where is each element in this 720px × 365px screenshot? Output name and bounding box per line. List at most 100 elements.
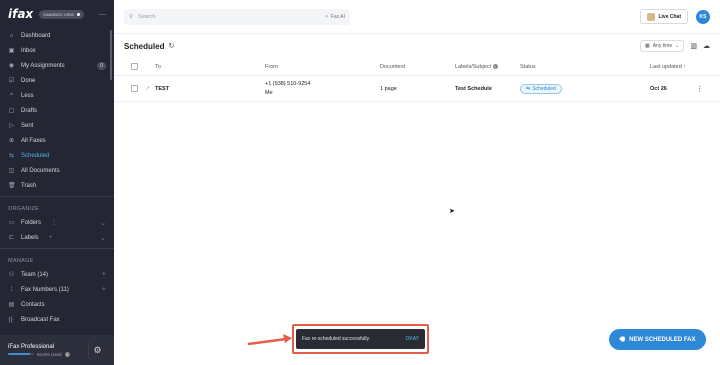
globe-icon: ⊕ — [8, 138, 15, 144]
collapse-sidebar-icon[interactable]: — — [99, 11, 106, 18]
sidebar-item-folders[interactable]: ▭ Folders ⋮ ⌄ — [0, 215, 114, 230]
sort-arrow-icon: ↑ — [683, 63, 687, 70]
more-options-icon[interactable]: ⋮ — [696, 85, 703, 93]
live-chat-button[interactable]: Live Chat — [640, 9, 688, 24]
sidebar-item-fax-numbers[interactable]: ⁞ Fax Numbers (11) + — [0, 282, 114, 297]
add-label-icon[interactable]: + — [49, 235, 53, 241]
sidebar-item-all-documents[interactable]: ◫ All Documents — [0, 163, 114, 178]
inbox-icon: ▣ — [8, 48, 15, 54]
plan-info[interactable]: iFax Professional 84.8% Used i — [8, 344, 70, 357]
org-dot-icon — [77, 12, 81, 16]
sidebar-item-label: Scheduled — [21, 152, 50, 159]
sidebar-item-scheduled[interactable]: ⇆ Scheduled — [0, 148, 114, 163]
chevron-up-icon: ^ — [10, 92, 13, 99]
organize-section-label: ORGANIZE — [8, 206, 40, 212]
sidebar-scrollbar[interactable] — [110, 30, 112, 80]
usage-bar — [8, 353, 34, 355]
plan-name: iFax Professional — [8, 343, 55, 350]
col-status[interactable]: Status — [520, 64, 536, 70]
folder-icon: ▭ — [8, 220, 15, 226]
table-row[interactable]: ↗ TEST +1 (938) 510-9254 Me 1 page Test … — [114, 76, 720, 102]
fax-ai-label: Fax AI — [330, 13, 345, 20]
sidebar-item-trash[interactable]: 🗑 Trash — [0, 178, 114, 193]
time-filter-select[interactable]: ▦ Any time ⌄ — [639, 40, 685, 52]
status-badge: ⇆ Scheduled — [520, 83, 562, 94]
row-document: 1 page — [380, 85, 397, 92]
manage-section-label: MANAGE — [8, 258, 34, 264]
dialpad-icon: ⁞ — [10, 286, 13, 293]
col-labels[interactable]: Labels/Subject i — [455, 63, 498, 70]
done-icon: ☑ — [8, 78, 15, 84]
row-updated: Oct 26 — [650, 85, 667, 92]
fax-ai-button[interactable]: ✧ Fax AI — [325, 14, 345, 20]
team-icon: ⚇ — [8, 272, 15, 278]
chevron-down-icon: ⌄ — [675, 43, 680, 49]
from-number: +1 (938) 510-9254 — [265, 81, 311, 87]
row-checkbox[interactable] — [131, 85, 138, 92]
usage-row: 84.8% Used i — [8, 351, 70, 357]
sidebar-item-label: Broadcast Fax — [21, 316, 60, 323]
assignments-count-badge: 0 — [97, 61, 106, 70]
scheduled-icon: ⇆ — [8, 153, 15, 159]
sidebar-item-label: Folders — [21, 219, 42, 226]
new-scheduled-fax-button[interactable]: 🖷 NEW SCHEDULED FAX — [609, 329, 706, 350]
snackbar-okay-button[interactable]: OKAY — [405, 336, 419, 342]
sidebar-item-label: All Faxes — [21, 137, 46, 144]
sidebar-item-my-assignments[interactable]: ◉ My Assignments 0 — [0, 58, 114, 73]
sidebar-item-done[interactable]: ☑ Done — [0, 73, 114, 88]
mouse-pointer-icon: ➤ — [449, 208, 455, 215]
table-header: To From Document Labels/Subject i Status… — [114, 58, 720, 76]
settings-button[interactable]: ⚙ — [88, 341, 106, 359]
sidebar-item-broadcast-fax[interactable]: ((· Broadcast Fax — [0, 312, 114, 327]
sidebar-item-inbox[interactable]: ▣ Inbox — [0, 43, 114, 58]
documents-icon: ◫ — [8, 168, 15, 174]
col-document[interactable]: Document — [380, 64, 405, 70]
sidebar-item-less[interactable]: ^ Less — [0, 88, 114, 103]
send-icon: ▷ — [9, 123, 14, 129]
sidebar-item-sent[interactable]: ▷ Sent — [0, 118, 114, 133]
scheduled-icon: ⇆ — [526, 85, 531, 92]
sidebar-header: ifax SANDBOX VIEW — — [0, 0, 114, 28]
ifax-logo[interactable]: ifax — [8, 7, 33, 21]
usage-info-icon[interactable]: i — [64, 351, 70, 357]
from-name: Me — [265, 90, 273, 96]
user-circle-icon: ◉ — [8, 63, 15, 69]
col-to[interactable]: To — [155, 64, 161, 70]
usage-text: 84.8% Used — [37, 351, 62, 357]
sidebar-item-label: Team (14) — [21, 271, 49, 278]
search-input[interactable]: Search — [138, 14, 155, 20]
sidebar-item-label: My Assignments — [21, 62, 65, 69]
folders-menu-icon[interactable]: ⋮ — [51, 219, 57, 226]
col-last-updated[interactable]: Last updated ↑ — [650, 64, 686, 70]
sidebar-item-dashboard[interactable]: ⌂ Dashboard — [0, 28, 114, 43]
add-team-icon[interactable]: + — [102, 271, 106, 278]
calendar-icon: ▦ — [644, 43, 650, 49]
row-labels: Test Schedule — [455, 85, 492, 92]
expand-arrow-icon[interactable]: ↗ — [145, 85, 150, 92]
sidebar-divider — [0, 196, 114, 197]
chevron-down-icon[interactable]: ⌄ — [100, 234, 106, 242]
sidebar-item-drafts[interactable]: ▢ Drafts — [0, 103, 114, 118]
sidebar-item-team[interactable]: ⚇ Team (14) + — [0, 267, 114, 282]
main-content: ⚲ Search ✧ Fax AI Live Chat KS Scheduled … — [114, 0, 720, 365]
info-icon[interactable]: i — [492, 63, 498, 69]
snackbar: Fax re-scheduled successfully. OKAY — [296, 329, 425, 349]
page-title: Scheduled — [124, 41, 165, 51]
user-avatar[interactable]: KS — [696, 9, 710, 24]
select-all-checkbox[interactable] — [131, 63, 138, 70]
sidebar-item-all-faxes[interactable]: ⊕ All Faxes — [0, 133, 114, 148]
add-number-icon[interactable]: + — [102, 286, 106, 293]
refresh-icon[interactable]: ↻ — [168, 42, 174, 50]
sidebar-item-label: Fax Numbers (11) — [21, 286, 69, 293]
chevron-down-icon[interactable]: ⌄ — [100, 219, 106, 227]
cloud-sync-icon[interactable]: ☁ — [703, 42, 710, 50]
top-bar: ⚲ Search ✧ Fax AI Live Chat KS — [114, 0, 720, 34]
search-bar[interactable]: ⚲ Search ✧ Fax AI — [124, 8, 350, 25]
sidebar-item-contacts[interactable]: ▤ Contacts — [0, 297, 114, 312]
sparkle-icon: ✧ — [324, 13, 329, 20]
org-badge[interactable]: SANDBOX VIEW — [39, 9, 85, 19]
col-from[interactable]: From — [265, 64, 278, 70]
search-icon: ⚲ — [129, 13, 134, 20]
sidebar-item-labels[interactable]: ⊏ Labels + ⌄ — [0, 230, 114, 245]
columns-icon[interactable]: ▥ — [690, 42, 697, 50]
